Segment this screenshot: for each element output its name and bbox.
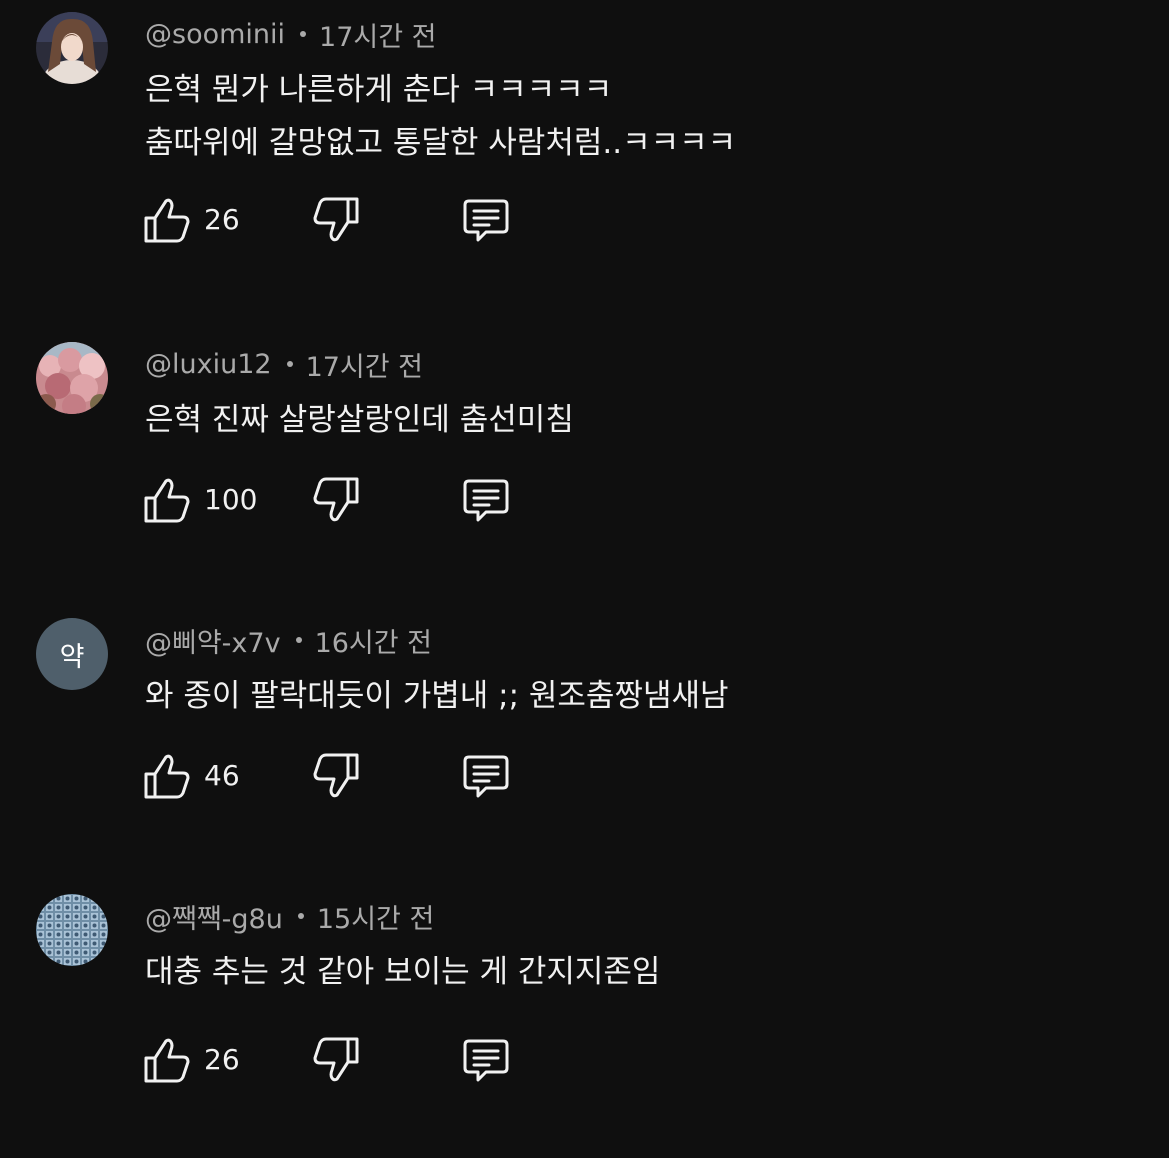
- reply-icon[interactable]: [462, 476, 510, 524]
- comment-item: @luxiu12 17시간 전 은혁 진짜 살랑살랑인데 춤선미침 100: [0, 330, 1169, 606]
- like-count: 46: [204, 759, 240, 792]
- comment-text: 대충 추는 것 같아 보이는 게 간지지존임: [145, 954, 661, 990]
- separator-dot: [300, 31, 307, 37]
- separator-dot: [297, 913, 304, 919]
- like-count: 26: [204, 1043, 240, 1076]
- thumbs-up-icon[interactable]: [143, 1036, 191, 1084]
- comment-meta: @soominii 17시간 전: [145, 15, 437, 54]
- comment-time[interactable]: 17시간 전: [306, 345, 423, 384]
- comment-username[interactable]: @삐약-x7v: [145, 621, 281, 660]
- thumbs-down-icon[interactable]: [312, 196, 360, 244]
- thumbs-up-icon[interactable]: [143, 476, 191, 524]
- comment-item: 약 @삐약-x7v 16시간 전 와 종이 팔락대듯이 가볍내 ;; 원조춤짱냄…: [0, 606, 1169, 882]
- comment-time[interactable]: 15시간 전: [317, 897, 434, 936]
- like-count: 100: [204, 483, 258, 516]
- comment-meta: @luxiu12 17시간 전: [145, 345, 423, 384]
- like-count: 26: [204, 203, 240, 236]
- comment-actions: 100: [0, 476, 600, 528]
- comment-time[interactable]: 17시간 전: [319, 15, 436, 54]
- comment-item: @soominii 17시간 전 은혁 뭔가 나른하게 춘다 ㅋㅋㅋㅋㅋ 춤따위…: [0, 0, 1169, 276]
- separator-dot: [286, 361, 293, 367]
- reply-icon[interactable]: [462, 196, 510, 244]
- comment-actions: 46: [0, 752, 600, 804]
- comment-username[interactable]: @짹짹-g8u: [145, 897, 283, 936]
- comment-actions: 26: [0, 196, 600, 248]
- comment-actions: 26: [0, 1036, 600, 1088]
- comment-text: 은혁 진짜 살랑살랑인데 춤선미침: [145, 402, 574, 438]
- reply-icon[interactable]: [462, 752, 510, 800]
- avatar[interactable]: [36, 894, 108, 966]
- comment-text: 은혁 뭔가 나른하게 춘다 ㅋㅋㅋㅋㅋ 춤따위에 갈망없고 통달한 사람처럼..…: [145, 72, 737, 161]
- comment-text: 와 종이 팔락대듯이 가볍내 ;; 원조춤짱냄새남: [145, 678, 729, 714]
- comment-username[interactable]: @luxiu12: [145, 349, 272, 380]
- thumbs-down-icon[interactable]: [312, 476, 360, 524]
- comment-meta: @삐약-x7v 16시간 전: [145, 621, 432, 660]
- comment-item: @짹짹-g8u 15시간 전 대충 추는 것 같아 보이는 게 간지지존임 26: [0, 882, 1169, 1158]
- thumbs-down-icon[interactable]: [312, 752, 360, 800]
- thumbs-down-icon[interactable]: [312, 1036, 360, 1084]
- avatar[interactable]: [36, 342, 108, 414]
- avatar[interactable]: [36, 12, 108, 84]
- separator-dot: [295, 637, 302, 643]
- comment-meta: @짹짹-g8u 15시간 전: [145, 897, 434, 936]
- comment-username[interactable]: @soominii: [145, 19, 285, 50]
- avatar[interactable]: 약: [36, 618, 108, 690]
- thumbs-up-icon[interactable]: [143, 752, 191, 800]
- reply-icon[interactable]: [462, 1036, 510, 1084]
- thumbs-up-icon[interactable]: [143, 196, 191, 244]
- comment-time[interactable]: 16시간 전: [315, 621, 432, 660]
